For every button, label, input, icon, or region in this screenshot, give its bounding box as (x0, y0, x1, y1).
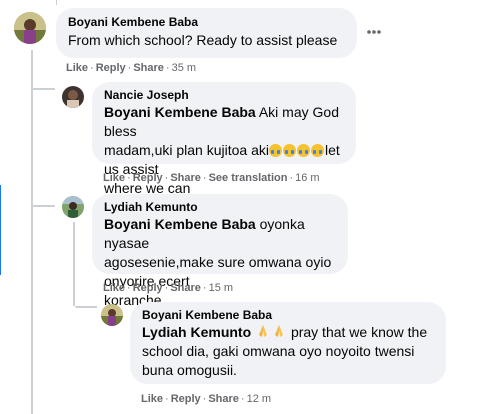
more-options-button[interactable] (364, 22, 384, 42)
thread-branch-1 (33, 88, 55, 90)
comment-author[interactable]: Nancie Joseph (104, 88, 344, 102)
comment-author[interactable]: Boyani Kembene Baba (142, 308, 434, 322)
thread-line-main (31, 50, 33, 414)
crying-face-emoji (268, 144, 282, 157)
timestamp[interactable]: 35 m (172, 62, 196, 74)
share-button[interactable]: Share (208, 393, 239, 405)
comment-bubble: Nancie Joseph Boyani Kembene Baba Aki ma… (92, 82, 356, 196)
reply-button[interactable]: Reply (133, 172, 163, 184)
thread-branch-2 (33, 205, 55, 207)
comment-actions: Like · Reply · Share · 35 m (66, 62, 197, 74)
avatar[interactable] (14, 12, 46, 44)
reply-button[interactable]: Reply (171, 393, 201, 405)
thread-line (56, 0, 57, 5)
avatar-image (101, 304, 123, 326)
comment-bubble: Boyani Kembene Baba Lydiah Kemunto pray … (130, 302, 446, 384)
comment-author[interactable]: Boyani Kembene Baba (68, 15, 345, 29)
comment-text: school dia, gaki omwana oyo noyoito twen… (142, 343, 415, 359)
like-button[interactable]: Like (103, 282, 125, 294)
folded-hands-emoji (259, 325, 268, 337)
avatar-image (62, 86, 84, 108)
mention-link[interactable]: Lydiah Kemunto (142, 324, 251, 340)
crying-face-emoji (282, 144, 296, 157)
comment-bubble: Lydiah Kemunto Boyani Kembene Baba oyonk… (92, 194, 348, 308)
more-horizontal-icon (367, 30, 381, 34)
like-button[interactable]: Like (66, 62, 88, 74)
comment-actions: Like · Reply · Share · 15 m (103, 282, 234, 294)
share-button[interactable]: Share (170, 282, 201, 294)
comment-text: buna omogusii. (142, 362, 237, 378)
share-button[interactable]: Share (133, 62, 164, 74)
comment-actions: Like · Reply · Share · 12 m (141, 393, 272, 405)
thread-line-sub (73, 222, 75, 306)
avatar-image (14, 12, 46, 44)
timestamp[interactable]: 15 m (209, 282, 233, 294)
avatar-image (62, 196, 84, 218)
avatar[interactable] (62, 196, 84, 218)
folded-hands-emoji (275, 325, 284, 337)
crying-face-emoji (296, 144, 310, 157)
left-edge-marker (0, 185, 1, 275)
avatar[interactable] (101, 304, 123, 326)
reply-button[interactable]: Reply (133, 282, 163, 294)
mention-link[interactable]: Boyani Kembene Baba (104, 104, 256, 120)
share-button[interactable]: Share (170, 172, 201, 184)
reply-button[interactable]: Reply (96, 62, 126, 74)
mention-link[interactable]: Boyani Kembene Baba (104, 216, 256, 232)
see-translation-button[interactable]: See translation (209, 172, 288, 184)
like-button[interactable]: Like (103, 172, 125, 184)
comment-text: pray that we know the (290, 324, 428, 340)
like-button[interactable]: Like (141, 393, 163, 405)
comment-author[interactable]: Lydiah Kemunto (104, 200, 336, 214)
comment-bubble: Boyani Kembene Baba From which school? R… (56, 8, 357, 58)
timestamp[interactable]: 16 m (295, 172, 319, 184)
timestamp[interactable]: 12 m (247, 393, 271, 405)
comment-text: From which school? Ready to assist pleas… (68, 32, 338, 48)
comment-actions: Like · Reply · Share · See translation · 16 m (103, 172, 320, 184)
thread-branch-3 (75, 306, 97, 308)
avatar[interactable] (62, 86, 84, 108)
comment-text: madam,uki plan kujitoa aki (104, 142, 269, 158)
crying-face-emoji (310, 144, 324, 157)
